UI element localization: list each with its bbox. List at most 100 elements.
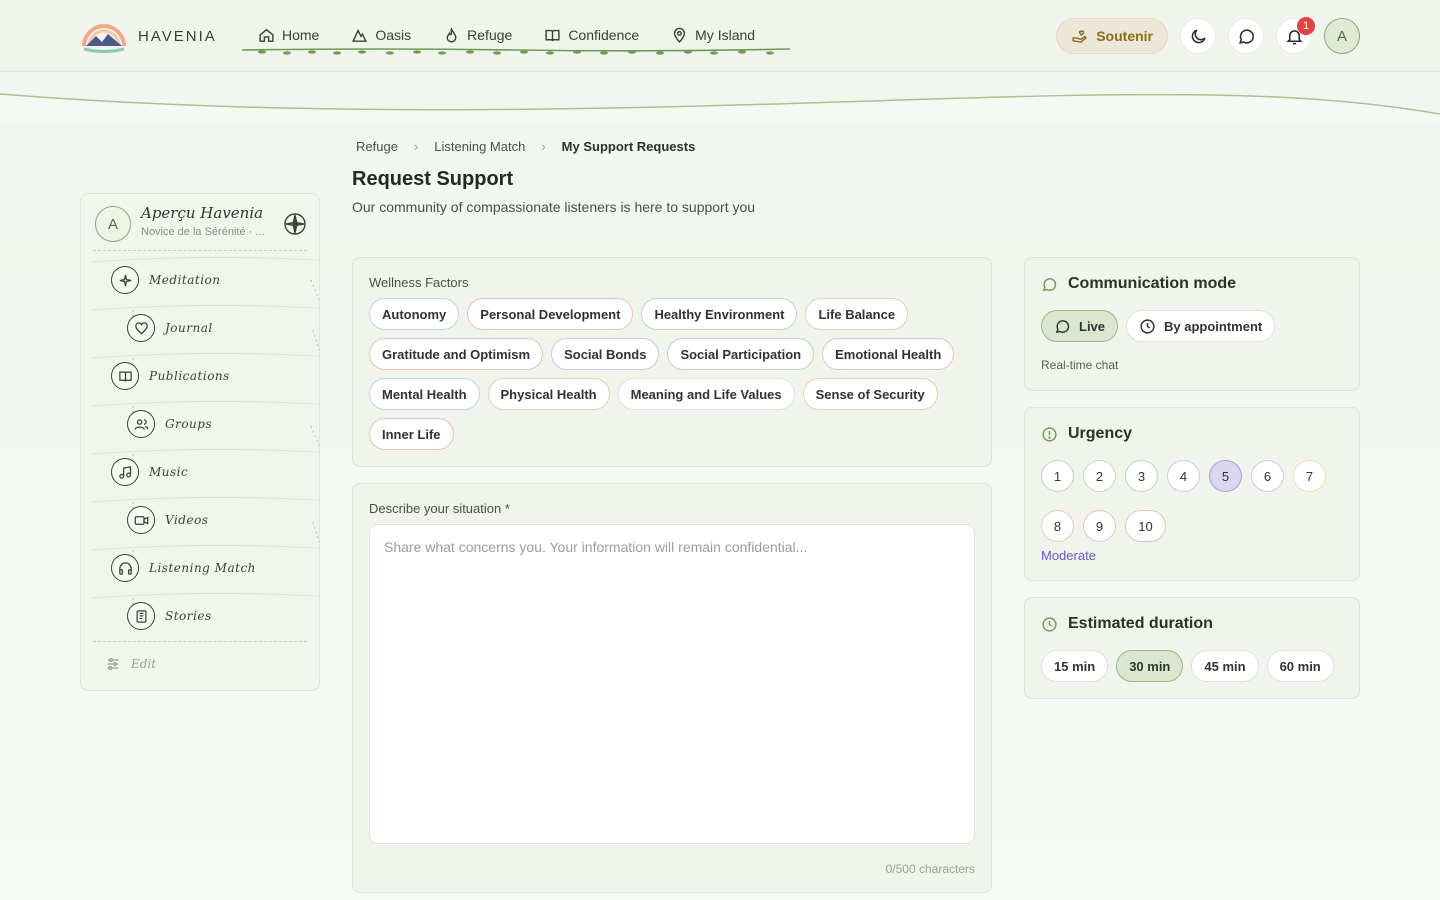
messages-button[interactable]	[1228, 18, 1264, 54]
nav-label: Refuge	[467, 27, 513, 43]
chevron-right-icon: ›	[413, 139, 419, 154]
urgency-level-button[interactable]: 5	[1209, 460, 1242, 492]
sidebar-item-listening-match[interactable]: Listening Match	[111, 552, 256, 584]
wellness-factor-chip[interactable]: Meaning and Life Values	[617, 378, 795, 410]
duration-title-row: Estimated duration	[1041, 615, 1213, 633]
sidebar-edit-button[interactable]: Edit	[105, 656, 156, 672]
brand-name: HAVENIA	[138, 27, 217, 45]
divider	[93, 641, 307, 642]
nav-oasis[interactable]: Oasis	[335, 21, 427, 49]
duration-options: 15 min 30 min 45 min 60 min	[1041, 650, 1334, 682]
sidebar-profile[interactable]: A Aperçu Havenia Novice de la Sérénité ·…	[95, 204, 307, 252]
page-subtitle: Our community of compassionate listeners…	[352, 199, 756, 215]
urgency-level-button[interactable]: 8	[1041, 510, 1074, 542]
urgency-level-button[interactable]: 9	[1083, 510, 1116, 542]
mode-appointment-button[interactable]: By appointment	[1126, 310, 1276, 342]
urgency-level-button[interactable]: 6	[1251, 460, 1284, 492]
urgency-status: Moderate	[1041, 548, 1096, 563]
wellness-factor-chip[interactable]: Inner Life	[369, 418, 454, 450]
duration-title: Estimated duration	[1068, 615, 1213, 632]
wellness-chip-list: Autonomy Personal Development Healthy Envi…	[369, 298, 969, 450]
urgency-level-button[interactable]: 7	[1293, 460, 1326, 492]
users-icon	[127, 410, 155, 438]
duration-option-button[interactable]: 30 min	[1116, 650, 1184, 682]
wellness-factors-card: Wellness Factors Autonomy Personal Develo…	[352, 257, 992, 467]
mode-label: Live	[1079, 318, 1106, 334]
sidebar-item-stories[interactable]: Stories	[127, 600, 212, 632]
support-label: Soutenir	[1096, 28, 1153, 44]
wellness-factor-chip[interactable]: Social Bonds	[551, 338, 660, 370]
urgency-level-button[interactable]: 1	[1041, 460, 1074, 492]
urgency-level-button[interactable]: 3	[1125, 460, 1158, 492]
nav-refuge[interactable]: Refuge	[427, 21, 528, 49]
sidebar-item-publications[interactable]: Publications	[111, 360, 230, 392]
sparkle-icon	[111, 266, 139, 294]
clock-icon	[1042, 616, 1057, 632]
havenia-logo-icon	[82, 24, 126, 53]
clock-icon	[1140, 318, 1155, 334]
wellness-factor-chip[interactable]: Gratitude and Optimism	[369, 338, 544, 370]
wellness-factor-chip[interactable]: Personal Development	[467, 298, 634, 330]
sidebar-item-journal[interactable]: Journal	[127, 312, 213, 344]
wellness-factor-chip[interactable]: Autonomy	[369, 298, 460, 330]
mode-live-button[interactable]: Live	[1041, 310, 1119, 342]
flame-icon	[446, 26, 457, 43]
nav-label: Confidence	[568, 27, 640, 43]
wellness-factor-chip[interactable]: Emotional Health	[822, 338, 955, 370]
wellness-factor-chip[interactable]: Healthy Environment	[641, 298, 798, 330]
wellness-factor-chip[interactable]: Mental Health	[369, 378, 480, 410]
alert-circle-icon	[1042, 426, 1057, 442]
urgency-title-row: Urgency	[1041, 425, 1132, 443]
breadcrumb-item[interactable]: Refuge	[356, 139, 398, 154]
notifications-button[interactable]: 1	[1276, 17, 1315, 54]
sidebar-user-level: Novice de la Sérénité · ...	[141, 226, 265, 238]
urgency-level-button[interactable]: 2	[1083, 460, 1116, 492]
book-open-icon	[111, 362, 139, 390]
sidebar-item-label: Music	[149, 465, 189, 479]
nav-confidence[interactable]: Confidence	[528, 21, 655, 49]
brand[interactable]: HAVENIA	[80, 16, 217, 56]
sidebar-item-videos[interactable]: Videos	[127, 504, 208, 536]
wellness-factor-chip[interactable]: Life Balance	[805, 298, 909, 330]
duration-option-button[interactable]: 45 min	[1191, 650, 1259, 682]
top-header: HAVENIA Home Oasis Refuge Confidence My …	[0, 0, 1440, 72]
breadcrumb-item[interactable]: Listening Match	[434, 139, 525, 154]
nav-vine-decoration	[242, 48, 790, 55]
wellness-factor-chip[interactable]: Social Participation	[667, 338, 815, 370]
user-avatar[interactable]: A	[1324, 18, 1360, 54]
communication-options: Live By appointment	[1041, 310, 1276, 342]
nav-home[interactable]: Home	[242, 21, 335, 49]
compass-icon[interactable]	[283, 212, 307, 236]
situation-textarea[interactable]	[369, 524, 975, 844]
duration-option-button[interactable]: 60 min	[1266, 650, 1334, 682]
nav-my-island[interactable]: My Island	[655, 21, 771, 49]
duration-option-button[interactable]: 15 min	[1041, 650, 1109, 682]
sidebar-item-label: Stories	[165, 609, 212, 623]
sliders-icon	[107, 658, 119, 670]
urgency-level-button[interactable]: 10	[1125, 510, 1166, 542]
support-button[interactable]: Soutenir	[1056, 18, 1168, 54]
sidebar-item-music[interactable]: Music	[111, 456, 188, 488]
moon-icon	[1191, 28, 1206, 43]
chat-bubble-icon	[1042, 277, 1057, 291]
sidebar-item-meditation[interactable]: Meditation	[111, 264, 221, 296]
communication-title-row: Communication mode	[1041, 275, 1236, 293]
nav-label: Home	[282, 27, 320, 43]
wellness-factor-chip[interactable]: Sense of Security	[802, 378, 938, 410]
music-icon	[111, 458, 139, 486]
page-title: Request Support	[352, 168, 514, 190]
sidebar-edit-label: Edit	[131, 657, 157, 671]
hand-heart-icon	[1072, 30, 1087, 43]
sidebar-item-label: Journal	[165, 321, 213, 335]
urgency-level-button[interactable]: 4	[1167, 460, 1200, 492]
chat-bubble-icon	[1055, 319, 1070, 333]
sidebar-avatar: A	[95, 206, 131, 242]
sidebar-user-name: Aperçu Havenia	[141, 204, 264, 222]
headphones-icon	[111, 554, 139, 582]
sidebar-item-groups[interactable]: Groups	[127, 408, 212, 440]
header-actions: Soutenir 1 A	[1056, 17, 1360, 54]
theme-toggle-button[interactable]	[1180, 18, 1216, 54]
sidebar: A Aperçu Havenia Novice de la Sérénité ·…	[80, 193, 320, 691]
situation-card: Describe your situation * 0/500 characte…	[352, 483, 992, 893]
wellness-factor-chip[interactable]: Physical Health	[487, 378, 610, 410]
